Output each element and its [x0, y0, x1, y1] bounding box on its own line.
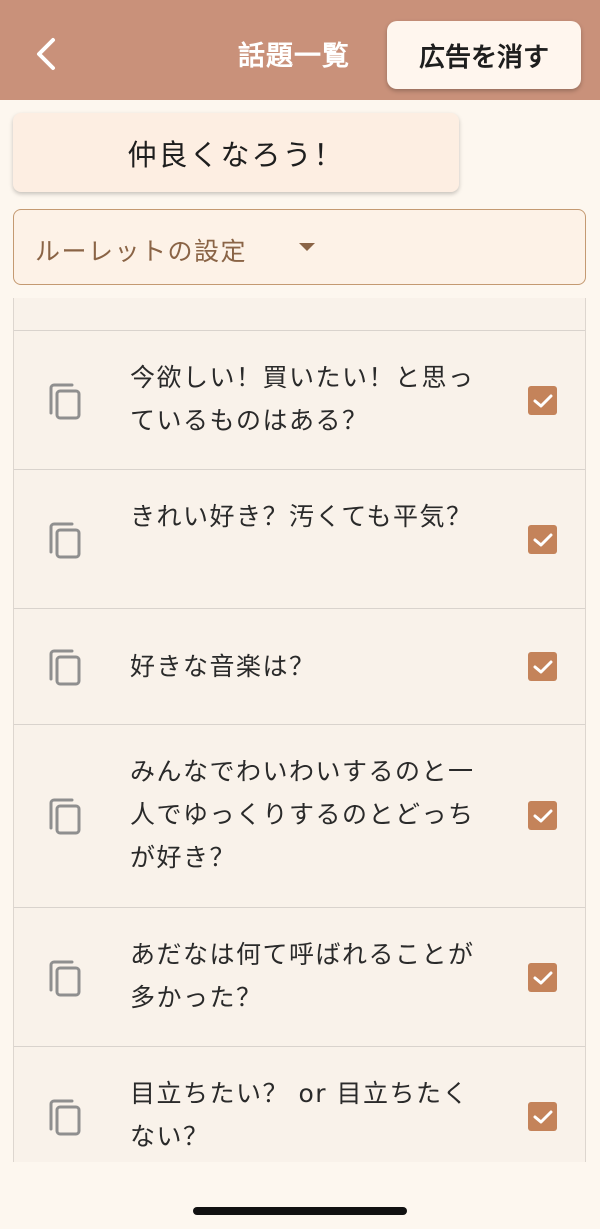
copy-icon[interactable]	[46, 647, 86, 687]
list-item: きれい好き？汚くても平気？	[14, 470, 585, 609]
category-button[interactable]: 仲良くなろう！	[13, 113, 459, 192]
copy-icon[interactable]	[46, 520, 86, 560]
topic-checkbox[interactable]	[528, 652, 557, 681]
list-item-partial	[14, 298, 585, 331]
page-title: 話題一覧	[238, 41, 350, 72]
list-item: みんなでわいわいするのと一人でゆっくりするのとどっちが好き？	[14, 725, 585, 908]
topic-text: 好きな音楽は？	[130, 652, 316, 681]
topic-text: きれい好き？汚くても平気？	[130, 502, 473, 531]
checkmark-icon	[533, 1110, 552, 1123]
topic-text: みんなでわいわいするのと一人でゆっくりするのとどっちが好き？	[130, 757, 475, 872]
checkmark-icon	[533, 394, 552, 407]
list-item: 目立ちたい？ or 目立ちたくない？	[14, 1047, 585, 1162]
topic-checkbox[interactable]	[528, 525, 557, 554]
topic-checkbox[interactable]	[528, 963, 557, 992]
checkmark-icon	[533, 971, 552, 984]
topic-checkbox[interactable]	[528, 801, 557, 830]
remove-ads-button[interactable]: 広告を消す	[387, 21, 581, 89]
topic-checkbox[interactable]	[528, 386, 557, 415]
topic-text: 今欲しい！買いたい！と思っているものはある？	[130, 363, 475, 435]
list-item: 今欲しい！買いたい！と思っているものはある？	[14, 331, 585, 470]
list-item: あだなは何て呼ばれることが多かった？	[14, 908, 585, 1047]
home-indicator	[193, 1207, 407, 1215]
topic-text: 目立ちたい？ or 目立ちたくない？	[130, 1079, 469, 1151]
caret-down-icon	[299, 243, 315, 251]
chevron-left-icon	[37, 38, 55, 70]
list-item: 好きな音楽は？	[14, 609, 585, 725]
app-header: 話題一覧 広告を消す	[0, 0, 600, 100]
copy-icon[interactable]	[46, 1097, 86, 1137]
topic-text: あだなは何て呼ばれることが多かった？	[130, 940, 475, 1012]
topic-list[interactable]: 今欲しい！買いたい！と思っているものはある？ きれい好き？汚くても平気？ 好きな…	[13, 298, 586, 1162]
copy-icon[interactable]	[46, 796, 86, 836]
copy-icon[interactable]	[46, 958, 86, 998]
checkmark-icon	[533, 533, 552, 546]
back-button[interactable]	[22, 30, 70, 78]
roulette-settings-label: ルーレットの設定	[35, 237, 248, 266]
roulette-settings-dropdown[interactable]: ルーレットの設定	[13, 209, 586, 285]
topic-checkbox[interactable]	[528, 1102, 557, 1131]
copy-icon[interactable]	[46, 381, 86, 421]
checkmark-icon	[533, 660, 552, 673]
checkmark-icon	[533, 809, 552, 822]
